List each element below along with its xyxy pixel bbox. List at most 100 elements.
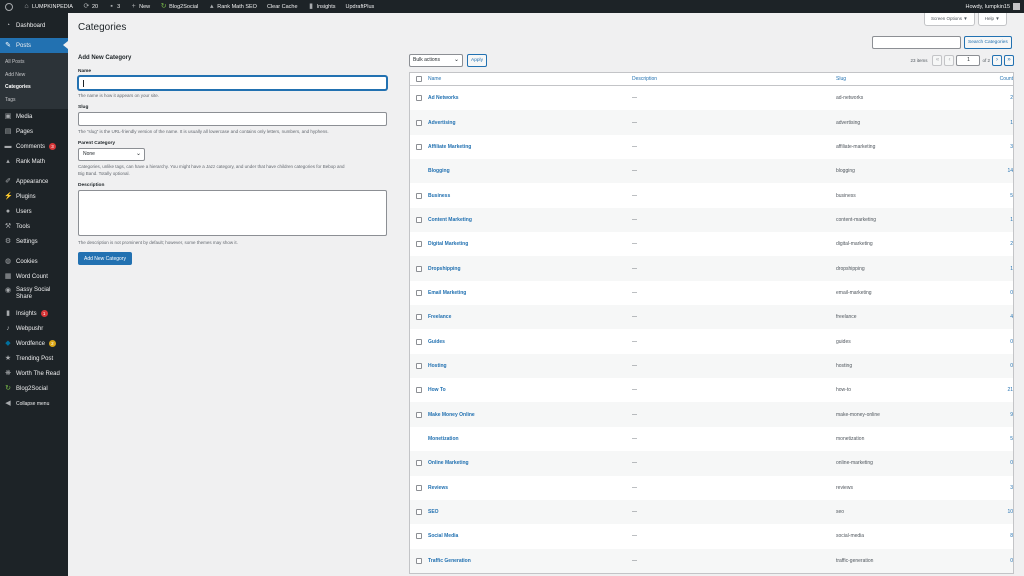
description-textarea[interactable] xyxy=(78,190,387,236)
category-name-link[interactable]: Monetization xyxy=(428,436,632,442)
menu-trending-post[interactable]: ★ Trending Post xyxy=(0,351,68,366)
category-name-link[interactable]: Affiliate Marketing xyxy=(428,144,632,150)
category-name-link[interactable]: How To xyxy=(428,387,632,393)
category-name-link[interactable]: Online Marketing xyxy=(428,460,632,466)
screen-options-button[interactable]: Screen Options ▼ xyxy=(924,13,975,26)
menu-sassy-social-share[interactable]: ◉ Sassy Social Share xyxy=(0,284,68,306)
updraftplus-menu[interactable]: UpdraftPlus xyxy=(341,0,380,13)
category-count-link[interactable]: 3 xyxy=(986,144,1013,150)
menu-pages[interactable]: ▤ Pages xyxy=(0,124,68,139)
row-checkbox[interactable] xyxy=(416,265,422,272)
blog2social-menu[interactable]: ↻ Blog2Social xyxy=(155,0,203,13)
category-count-link[interactable]: 0 xyxy=(986,339,1013,345)
menu-cookies[interactable]: ◍ Cookies xyxy=(0,254,68,269)
row-checkbox[interactable] xyxy=(416,362,422,369)
row-checkbox[interactable] xyxy=(416,484,422,491)
row-checkbox[interactable] xyxy=(416,289,422,296)
row-checkbox[interactable] xyxy=(416,95,422,102)
category-name-link[interactable]: Digital Marketing xyxy=(428,241,632,247)
parent-category-select[interactable]: None ⌄ xyxy=(78,148,145,161)
menu-appearance[interactable]: ✐ Appearance xyxy=(0,174,68,189)
category-name-link[interactable]: Social Media xyxy=(428,533,632,539)
row-checkbox[interactable] xyxy=(416,143,422,150)
comments-menu[interactable]: ▪ 3 xyxy=(103,0,125,13)
column-name[interactable]: Name xyxy=(428,76,632,82)
category-count-link[interactable]: 0 xyxy=(986,558,1013,564)
category-count-link[interactable]: 0 xyxy=(986,290,1013,296)
wp-logo-menu[interactable] xyxy=(0,0,18,13)
last-page-button[interactable]: » xyxy=(1004,55,1014,66)
menu-plugins[interactable]: ⚡ Plugins xyxy=(0,189,68,204)
search-input[interactable] xyxy=(872,36,961,49)
category-name-link[interactable]: SEO xyxy=(428,509,632,515)
submenu-tags[interactable]: Tags xyxy=(0,94,68,107)
category-count-link[interactable]: 1 xyxy=(986,266,1013,272)
menu-media[interactable]: ▣ Media xyxy=(0,109,68,124)
row-checkbox[interactable] xyxy=(416,460,422,467)
menu-insights[interactable]: ▮ Insights 1 xyxy=(0,306,68,321)
menu-comments[interactable]: ▬ Comments 3 xyxy=(0,139,68,154)
submenu-categories[interactable]: Categories xyxy=(0,81,68,94)
category-count-link[interactable]: 21 xyxy=(986,387,1013,393)
help-button[interactable]: Help ▼ xyxy=(977,13,1007,26)
row-checkbox[interactable] xyxy=(416,241,422,248)
category-name-link[interactable]: Hosting xyxy=(428,363,632,369)
category-name-link[interactable]: Traffic Generation xyxy=(428,558,632,564)
menu-users[interactable]: ● Users xyxy=(0,204,68,219)
category-name-link[interactable]: Freelance xyxy=(428,314,632,320)
insights-menu[interactable]: ▮ Insights xyxy=(303,0,341,13)
menu-rank-math[interactable]: ▴ Rank Math xyxy=(0,154,68,169)
category-count-link[interactable]: 10 xyxy=(986,509,1013,515)
row-checkbox[interactable] xyxy=(416,509,422,516)
select-all-checkbox[interactable] xyxy=(416,76,422,82)
menu-settings[interactable]: ⚙ Settings xyxy=(0,234,68,249)
category-count-link[interactable]: 14 xyxy=(986,168,1013,174)
category-count-link[interactable]: 4 xyxy=(986,314,1013,320)
menu-posts[interactable]: ✎ Posts xyxy=(0,38,68,53)
slug-input[interactable] xyxy=(78,112,387,126)
submenu-add-new[interactable]: Add New xyxy=(0,69,68,82)
category-name-link[interactable]: Business xyxy=(428,193,632,199)
column-count[interactable]: Count xyxy=(986,76,1013,82)
row-checkbox[interactable] xyxy=(416,192,422,199)
category-count-link[interactable]: 5 xyxy=(986,436,1013,442)
collapse-menu-button[interactable]: ◀ Collapse menu xyxy=(0,396,68,411)
category-name-link[interactable]: Blogging xyxy=(428,168,632,174)
category-name-link[interactable]: Dropshipping xyxy=(428,266,632,272)
bulk-actions-select[interactable]: Bulk actions ⌄ xyxy=(409,54,463,67)
category-count-link[interactable]: 1 xyxy=(986,217,1013,223)
category-name-link[interactable]: Advertising xyxy=(428,120,632,126)
name-input[interactable] xyxy=(78,76,387,90)
apply-button[interactable]: Apply xyxy=(467,54,487,67)
category-count-link[interactable]: 0 xyxy=(986,363,1013,369)
category-count-link[interactable]: 1 xyxy=(986,120,1013,126)
category-count-link[interactable]: 0 xyxy=(986,460,1013,466)
category-count-link[interactable]: 2 xyxy=(986,95,1013,101)
row-checkbox[interactable] xyxy=(416,387,422,394)
menu-word-count[interactable]: ▦ Word Count xyxy=(0,269,68,284)
menu-blog2social[interactable]: ↻ Blog2Social xyxy=(0,381,68,396)
category-name-link[interactable]: Ad Networks xyxy=(428,95,632,101)
row-checkbox[interactable] xyxy=(416,557,422,564)
menu-worth-the-read[interactable]: ❋ Worth The Read xyxy=(0,366,68,381)
search-categories-button[interactable]: Search Categories xyxy=(964,36,1012,49)
category-name-link[interactable]: Reviews xyxy=(428,485,632,491)
category-count-link[interactable]: 5 xyxy=(986,193,1013,199)
rank-math-menu[interactable]: ▴ Rank Math SEO xyxy=(203,0,262,13)
current-page-input[interactable]: 1 xyxy=(956,55,981,66)
row-checkbox[interactable] xyxy=(416,314,422,321)
category-count-link[interactable]: 9 xyxy=(986,412,1013,418)
updates-menu[interactable]: ⟳ 20 xyxy=(78,0,103,13)
row-checkbox[interactable] xyxy=(416,338,422,345)
row-checkbox[interactable] xyxy=(416,216,422,223)
new-content-menu[interactable]: + New xyxy=(125,0,155,13)
row-checkbox[interactable] xyxy=(416,119,422,126)
category-name-link[interactable]: Email Marketing xyxy=(428,290,632,296)
next-page-button[interactable]: › xyxy=(992,55,1002,66)
site-name-menu[interactable]: ⌂ LUMPKINPEDIA xyxy=(18,0,78,13)
menu-webpushr[interactable]: ♪ Webpushr xyxy=(0,321,68,336)
category-count-link[interactable]: 2 xyxy=(986,241,1013,247)
menu-wordfence[interactable]: ◆ Wordfence 2 xyxy=(0,336,68,351)
category-name-link[interactable]: Guides xyxy=(428,339,632,345)
clear-cache-menu[interactable]: Clear Cache xyxy=(262,0,303,13)
